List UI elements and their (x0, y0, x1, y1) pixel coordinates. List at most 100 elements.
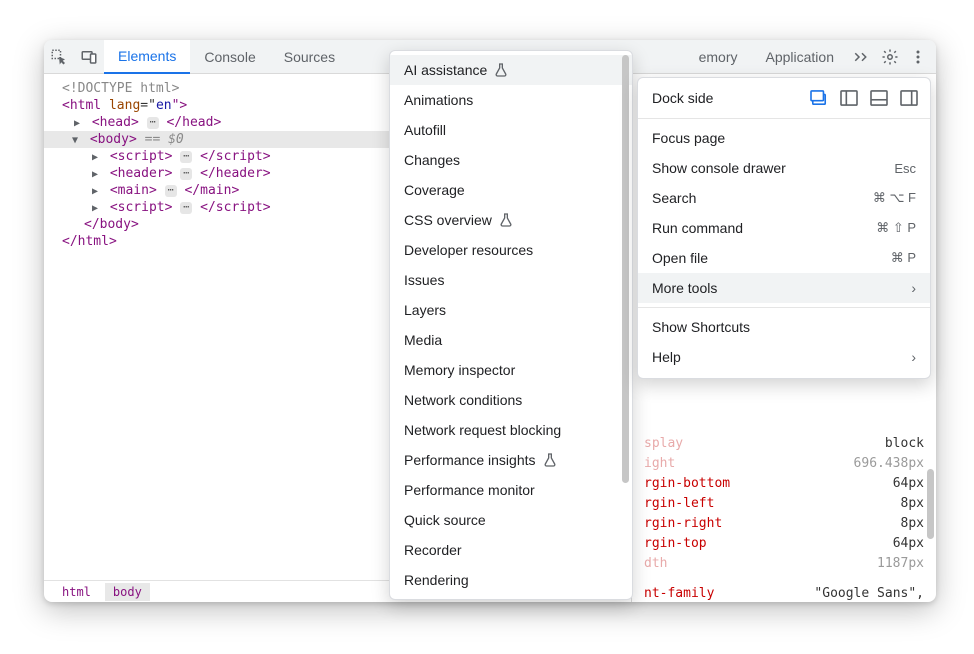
expand-icon[interactable] (92, 152, 102, 163)
more-tools-submenu: AI assistance Animations Autofill Change… (389, 50, 633, 600)
menu-show-console-drawer[interactable]: Show console drawer Esc (638, 153, 930, 183)
more-tabs-icon[interactable] (848, 50, 876, 64)
dom-main-close: </main> (184, 183, 239, 198)
dom-body-open: <body> (90, 132, 137, 147)
flask-icon (498, 212, 514, 228)
expand-icon[interactable] (92, 169, 102, 180)
submenu-memory-inspector[interactable]: Memory inspector (390, 355, 632, 385)
submenu-label: Layers (404, 302, 446, 318)
submenu-rendering[interactable]: Rendering (390, 565, 632, 595)
submenu-label: Performance insights (404, 452, 536, 468)
menu-label: Search (652, 190, 696, 206)
menu-label: Focus page (652, 130, 725, 146)
prop-value: "Google Sans", (814, 584, 924, 602)
submenu-label: Quick source (404, 512, 486, 528)
expand-icon[interactable] (74, 118, 84, 129)
menu-more-tools[interactable]: More tools› (638, 273, 930, 303)
dock-right-icon[interactable] (898, 88, 920, 108)
ellipsis-icon[interactable]: ⋯ (165, 185, 177, 197)
submenu-css-overview[interactable]: CSS overview (390, 205, 632, 235)
ellipsis-icon[interactable]: ⋯ (180, 151, 192, 163)
dom-script: <script> (110, 200, 173, 215)
dock-side-options (808, 88, 920, 108)
prop-value: block (885, 434, 924, 454)
expand-icon[interactable] (92, 186, 102, 197)
attr-lang-val: en (156, 98, 172, 113)
submenu-developer-resources[interactable]: Developer resources (390, 235, 632, 265)
device-toolbar-icon[interactable] (74, 40, 104, 73)
submenu-ai-assistance[interactable]: AI assistance (390, 55, 632, 85)
ellipsis-icon[interactable]: ⋯ (147, 117, 159, 129)
submenu-changes[interactable]: Changes (390, 145, 632, 175)
submenu-quick-source[interactable]: Quick source (390, 505, 632, 535)
attr-lang-name: lang (109, 98, 140, 113)
submenu-label: Developer resources (404, 242, 533, 258)
submenu-network-conditions[interactable]: Network conditions (390, 385, 632, 415)
prop-value: 64px (893, 534, 924, 554)
toolbar-right (848, 40, 936, 73)
ellipsis-icon[interactable]: ⋯ (180, 202, 192, 214)
expand-icon[interactable] (92, 203, 102, 214)
flask-icon (493, 62, 509, 78)
menu-dock-side: Dock side (638, 82, 930, 114)
submenu-layers[interactable]: Layers (390, 295, 632, 325)
menu-shortcut: ⌘ ⌥ F (873, 190, 916, 206)
submenu-label: AI assistance (404, 62, 487, 78)
dom-body-close: </body> (84, 217, 139, 232)
scrollbar-thumb[interactable] (622, 55, 629, 483)
menu-shortcut: ⌘ ⇧ P (876, 220, 916, 236)
scrollbar-thumb[interactable] (927, 469, 934, 539)
menu-label: Show Shortcuts (652, 319, 750, 335)
submenu-performance-monitor[interactable]: Performance monitor (390, 475, 632, 505)
dock-undock-icon[interactable] (808, 88, 830, 108)
menu-run-command[interactable]: Run command⌘ ⇧ P (638, 213, 930, 243)
attr-close: "> (172, 98, 188, 113)
inspect-element-icon[interactable] (44, 40, 74, 73)
menu-help[interactable]: Help› (638, 342, 930, 372)
settings-gear-icon[interactable] (876, 48, 904, 66)
submenu-label: Recorder (404, 542, 462, 558)
menu-shortcut: ⌘ P (891, 250, 916, 266)
menu-show-shortcuts[interactable]: Show Shortcuts (638, 312, 930, 342)
ellipsis-icon[interactable]: ⋯ (180, 168, 192, 180)
breadcrumb-body[interactable]: body (105, 583, 150, 601)
tab-application[interactable]: Application (752, 40, 849, 73)
menu-separator (638, 307, 930, 308)
dom-script-close: </script> (200, 200, 270, 215)
menu-label: More tools (652, 280, 717, 296)
dock-left-icon[interactable] (838, 88, 860, 108)
tab-memory-partial[interactable]: emory (699, 40, 752, 73)
menu-search[interactable]: Search ⌘ ⌥ F (638, 183, 930, 213)
kebab-menu-icon[interactable] (904, 49, 932, 65)
tab-elements[interactable]: Elements (104, 40, 190, 74)
prop-value: 8px (901, 514, 924, 534)
submenu-network-request-blocking[interactable]: Network request blocking (390, 415, 632, 445)
submenu-autofill[interactable]: Autofill (390, 115, 632, 145)
submenu-animations[interactable]: Animations (390, 85, 632, 115)
tab-console[interactable]: Console (190, 40, 269, 73)
submenu-performance-insights[interactable]: Performance insights (390, 445, 632, 475)
submenu-label: CSS overview (404, 212, 492, 228)
prop-value: 696.438px (854, 454, 924, 474)
submenu-label: Animations (404, 92, 473, 108)
menu-open-file[interactable]: Open file⌘ P (638, 243, 930, 273)
submenu-media[interactable]: Media (390, 325, 632, 355)
dom-script-close: </script> (200, 149, 270, 164)
menu-shortcut: Esc (894, 161, 916, 176)
submenu-coverage[interactable]: Coverage (390, 175, 632, 205)
tab-sources[interactable]: Sources (270, 40, 349, 73)
menu-label: Dock side (652, 90, 713, 106)
menu-separator (638, 118, 930, 119)
collapse-icon[interactable] (72, 135, 82, 146)
prop-name: ight (644, 454, 675, 474)
dom-doctype: <!DOCTYPE html> (62, 81, 179, 96)
dock-bottom-icon[interactable] (868, 88, 890, 108)
breadcrumb-html[interactable]: html (54, 583, 99, 601)
submenu-issues[interactable]: Issues (390, 265, 632, 295)
computed-styles[interactable]: splayblock ight696.438px rgin-bottom64px… (632, 434, 936, 602)
menu-focus-page[interactable]: Focus page (638, 123, 930, 153)
submenu-label: Changes (404, 152, 460, 168)
menu-label: Show console drawer (652, 160, 786, 176)
prop-name: rgin-right (644, 514, 722, 534)
submenu-recorder[interactable]: Recorder (390, 535, 632, 565)
